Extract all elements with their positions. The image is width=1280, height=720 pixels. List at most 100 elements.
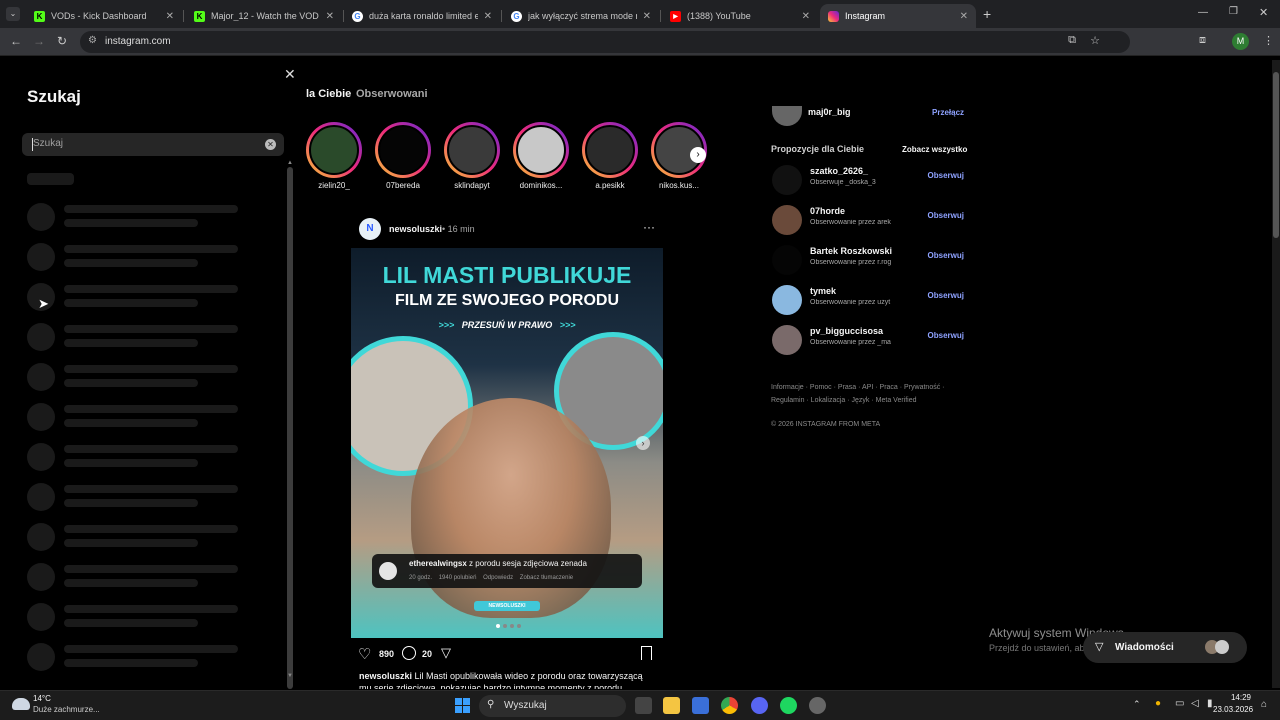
install-app-icon[interactable]: ⧉ <box>1068 34 1076 47</box>
tab-for-you[interactable]: la Ciebie <box>306 88 351 100</box>
suggestion-avatar[interactable] <box>772 205 802 235</box>
share-icon[interactable]: ▽ <box>441 645 451 661</box>
file-explorer-icon[interactable] <box>663 697 680 714</box>
messages-avatar <box>1215 640 1229 654</box>
profile-avatar[interactable]: M <box>1232 33 1249 50</box>
footer-links-1[interactable]: Informacje · Pomoc · Prasa · API · Praca… <box>771 384 945 391</box>
scroll-down-icon[interactable]: ▼ <box>287 673 293 679</box>
close-window-button[interactable]: ✕ <box>1259 6 1268 19</box>
tab-google-ronaldo[interactable]: G duża karta ronaldo limited edition ✕ <box>344 4 500 28</box>
suggestion-username[interactable]: tymek <box>810 286 836 296</box>
network-icon[interactable]: ▭ <box>1175 698 1184 709</box>
post-options-icon[interactable]: ··· <box>643 220 655 234</box>
follow-button[interactable]: Obserwuj <box>928 171 964 180</box>
post-author-name[interactable]: newsoluszki <box>389 224 442 234</box>
see-all-link[interactable]: Zobacz wszystko <box>902 145 967 154</box>
tray-chevron-icon[interactable]: ⌃ <box>1133 699 1141 710</box>
current-user-name[interactable]: maj0r_big <box>808 107 851 117</box>
battery-icon[interactable]: ▮ <box>1207 698 1213 709</box>
footer-links-2[interactable]: Regulamin · Lokalizacja · Język · Meta V… <box>771 397 917 404</box>
current-user-avatar[interactable] <box>772 106 802 126</box>
close-tab-icon[interactable]: ✕ <box>960 11 968 22</box>
post-author-avatar[interactable]: N <box>359 218 381 240</box>
forward-icon[interactable]: → <box>33 34 45 48</box>
close-tab-icon[interactable]: ✕ <box>643 11 651 22</box>
minimize-button[interactable]: — <box>1198 7 1208 18</box>
weather-temp[interactable]: 14°C <box>33 694 51 703</box>
tab-youtube[interactable]: ▶ (1388) YouTube ✕ <box>662 4 818 28</box>
follow-button[interactable]: Obserwuj <box>928 251 964 260</box>
loading-skeleton <box>27 243 55 271</box>
extensions-icon[interactable]: ⧈ <box>1199 34 1206 47</box>
switch-account-link[interactable]: Przełącz <box>932 108 964 117</box>
taskbar-search[interactable]: ⚲ Wyszukaj <box>479 695 626 717</box>
suggestion-username[interactable]: Bartek Roszkowski <box>810 246 892 256</box>
story-item[interactable]: zielin20_ <box>304 122 364 190</box>
close-tab-icon[interactable]: ✕ <box>326 11 334 22</box>
story-item[interactable]: 07bereda <box>373 122 433 190</box>
weather-cloud-icon[interactable] <box>12 698 30 710</box>
suggestion-username[interactable]: pv_bigguccisosa <box>810 326 883 336</box>
close-tab-icon[interactable]: ✕ <box>802 11 810 22</box>
loading-skeleton <box>27 203 55 231</box>
bookmark-star-icon[interactable]: ☆ <box>1090 34 1100 47</box>
clock-time[interactable]: 14:29 <box>1229 693 1251 702</box>
post-image[interactable]: LIL MASTI PUBLIKUJE FILM ZE SWOJEGO PORO… <box>351 248 663 638</box>
weather-desc[interactable]: Duże zachmurze... <box>33 705 100 714</box>
tab-search-button[interactable]: ⌄ <box>6 7 20 21</box>
scroll-up-icon[interactable]: ▲ <box>287 160 293 166</box>
suggestion-username[interactable]: 07horde <box>810 206 845 216</box>
like-heart-icon[interactable]: ♡ <box>358 645 371 663</box>
comment-reply: Odpowiedz <box>483 575 514 581</box>
address-bar[interactable]: ⚙ instagram.com ⧉ ☆ <box>80 31 1130 53</box>
save-bookmark-icon[interactable] <box>641 646 652 660</box>
page-scrollbar-track[interactable] <box>1272 60 1280 688</box>
follow-button[interactable]: Obserwuj <box>928 291 964 300</box>
tab-kick-vod[interactable]: K Major_12 - Watch the VOD on Kick ✕ <box>186 4 342 28</box>
suggestion-avatar[interactable] <box>772 245 802 275</box>
suggestion-username[interactable]: szatko_2626_ <box>810 166 868 176</box>
loading-skeleton <box>64 205 238 213</box>
new-tab-button[interactable]: + <box>983 6 991 22</box>
volume-icon[interactable]: ◁ <box>1191 698 1199 709</box>
story-item[interactable]: dominikos... <box>511 122 571 190</box>
suggestion-avatar[interactable] <box>772 325 802 355</box>
reload-icon[interactable]: ↻ <box>57 34 67 48</box>
story-item[interactable]: a.pesikk <box>580 122 640 190</box>
messages-button[interactable]: ▽ Wiadomości <box>1083 632 1247 663</box>
maximize-button[interactable]: ❐ <box>1229 6 1238 17</box>
microphone-icon[interactable]: ● <box>1155 698 1161 709</box>
back-icon[interactable]: ← <box>10 34 22 48</box>
notifications-icon[interactable]: ⌂ <box>1261 699 1267 710</box>
close-tab-icon[interactable]: ✕ <box>166 11 174 22</box>
follow-button[interactable]: Obserwuj <box>928 211 964 220</box>
page-scrollbar-thumb[interactable] <box>1273 72 1279 238</box>
close-search-icon[interactable]: ✕ <box>284 66 296 83</box>
app-icon[interactable] <box>809 697 826 714</box>
task-view-icon[interactable] <box>635 697 652 714</box>
suggestion-avatar[interactable] <box>772 165 802 195</box>
spotify-icon[interactable] <box>780 697 797 714</box>
chrome-menu-icon[interactable]: ⋮ <box>1263 34 1274 47</box>
stories-next-icon[interactable]: › <box>690 147 706 163</box>
site-info-icon[interactable]: ⚙ <box>88 35 97 46</box>
tab-instagram[interactable]: Instagram ✕ <box>820 4 976 28</box>
tab-following[interactable]: Obserwowani <box>356 88 428 100</box>
chrome-icon[interactable] <box>721 697 738 714</box>
store-icon[interactable] <box>692 697 709 714</box>
clear-search-icon[interactable]: ✕ <box>265 139 276 150</box>
search-input[interactable]: Szukaj ✕ <box>22 133 284 156</box>
start-windows-icon[interactable] <box>455 698 470 713</box>
search-scrollbar[interactable] <box>287 167 293 689</box>
discord-icon[interactable] <box>751 697 768 714</box>
story-item[interactable]: sklindapyt <box>442 122 502 190</box>
follow-button[interactable]: Obserwuj <box>928 331 964 340</box>
close-tab-icon[interactable]: ✕ <box>484 11 492 22</box>
suggestion-avatar[interactable] <box>772 285 802 315</box>
tab-kick-dashboard[interactable]: K VODs - Kick Dashboard ✕ <box>26 4 182 28</box>
carousel-next-icon[interactable]: › <box>636 436 650 450</box>
caption-username[interactable]: newsoluszki <box>359 671 412 681</box>
clock-date[interactable]: 23.03.2026 <box>1213 705 1253 714</box>
comment-bubble-icon[interactable] <box>402 646 416 660</box>
tab-google-discord[interactable]: G jak wyłączyć strema mode na discord ✕ <box>503 4 659 28</box>
